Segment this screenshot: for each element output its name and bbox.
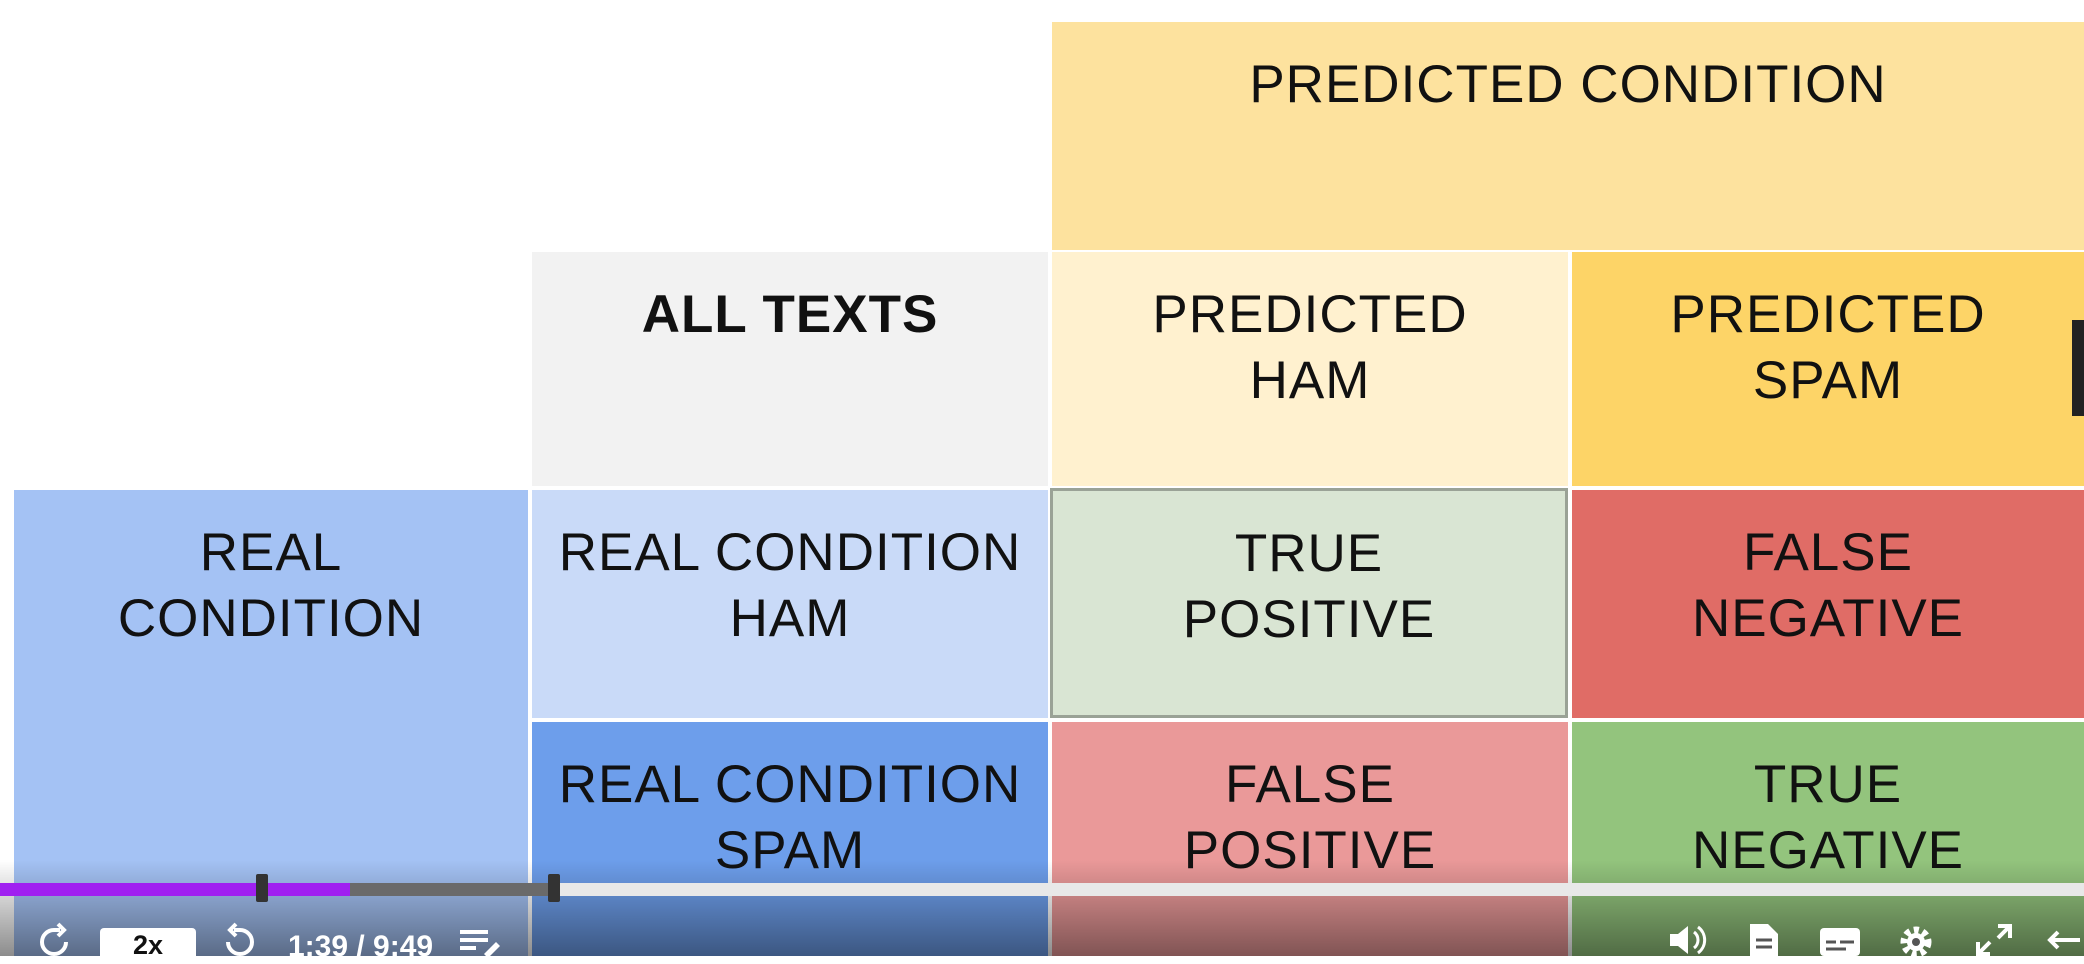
expand-icon[interactable] [2046, 926, 2084, 956]
false-negative-label: FALSE NEGATIVE [1691, 523, 1965, 648]
progress-marker[interactable] [548, 874, 560, 902]
all-texts-cell: ALL TEXTS [532, 252, 1048, 486]
predicted-spam-cell: PREDICTED SPAM [1572, 252, 2084, 486]
true-positive-label: TRUE POSITIVE [1182, 524, 1436, 649]
true-positive-cell: TRUE POSITIVE [1050, 488, 1568, 718]
speed-button[interactable]: 2x [100, 928, 196, 960]
speed-label: 2x [132, 930, 164, 960]
gear-icon[interactable] [1896, 922, 1936, 956]
rewind-icon[interactable] [36, 922, 76, 956]
real-condition-label: REAL CONDITION [117, 523, 425, 648]
predicted-condition-header: PREDICTED CONDITION [1052, 22, 2084, 250]
real-condition-ham-cell: REAL CONDITION HAM [532, 490, 1048, 718]
predicted-ham-cell: PREDICTED HAM [1052, 252, 1568, 486]
fullscreen-icon[interactable] [1974, 922, 2014, 956]
progress-handle[interactable] [256, 874, 268, 902]
false-negative-cell: FALSE NEGATIVE [1572, 490, 2084, 718]
transcript-icon[interactable] [458, 926, 502, 956]
predicted-condition-label: PREDICTED CONDITION [1249, 55, 1887, 114]
progress-played-bar [0, 883, 351, 896]
slide-edge-marker [2072, 320, 2084, 416]
predicted-ham-label: PREDICTED HAM [1152, 285, 1468, 410]
real-condition-ham-label: REAL CONDITION HAM [558, 523, 1022, 648]
captions-icon[interactable] [1818, 926, 1862, 956]
predicted-spam-label: PREDICTED SPAM [1670, 285, 1986, 410]
all-texts-label: ALL TEXTS [641, 285, 939, 344]
notes-icon[interactable] [1748, 922, 1780, 956]
volume-icon[interactable] [1668, 924, 1708, 956]
time-display: 1:39 / 9:49 [288, 930, 434, 963]
forward-icon[interactable] [218, 922, 258, 956]
